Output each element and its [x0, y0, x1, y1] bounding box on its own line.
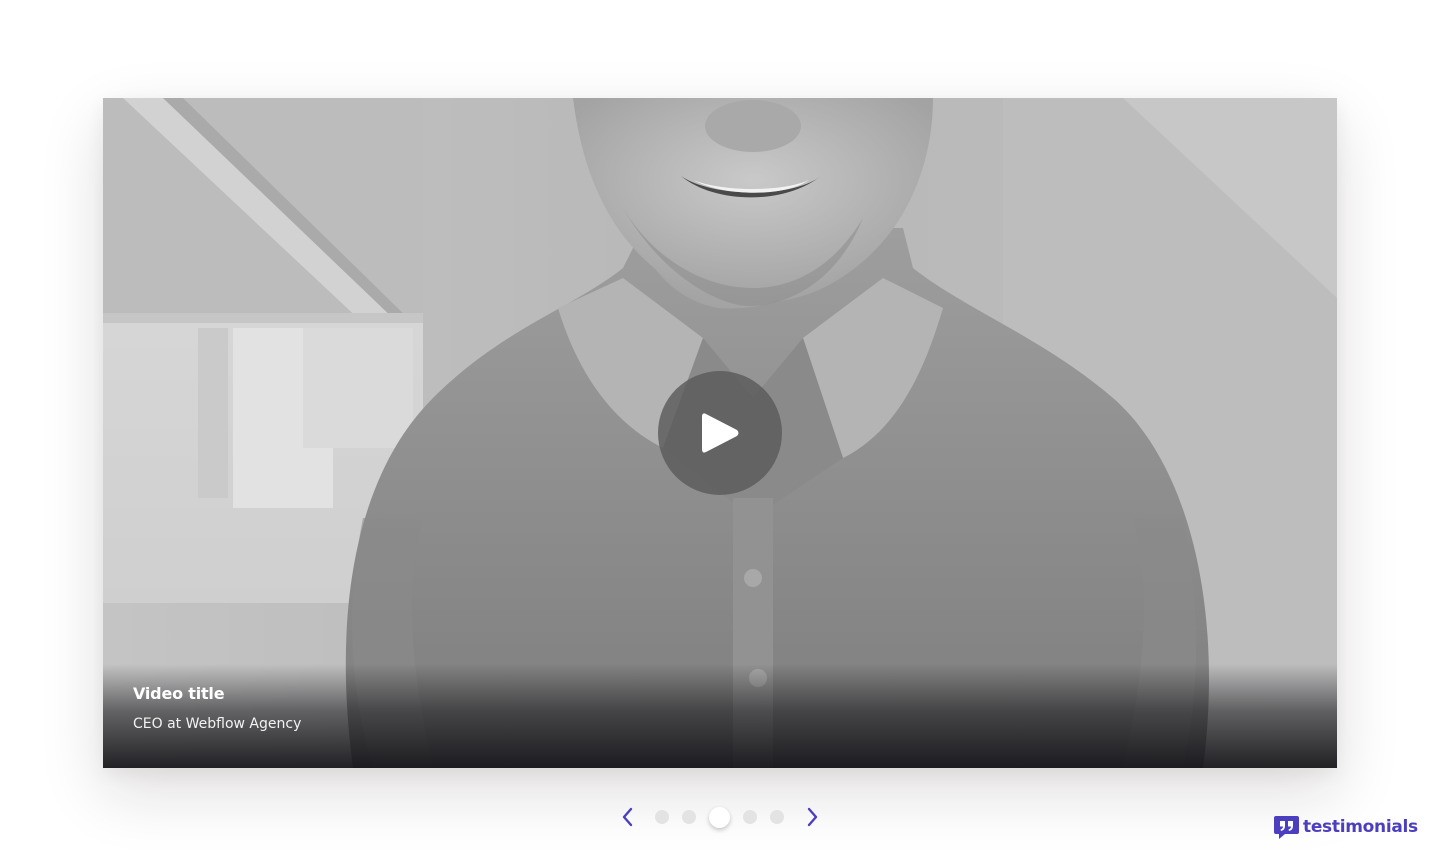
video-subtitle: CEO at Webflow Agency: [133, 716, 302, 732]
brand-logo[interactable]: testimonials: [1273, 813, 1418, 841]
play-icon: [702, 413, 739, 453]
prev-slide-button[interactable]: [617, 806, 639, 828]
chevron-left-icon: [622, 807, 633, 827]
quote-logo-icon: [1274, 816, 1299, 839]
brand-name: testimonials: [1303, 817, 1418, 837]
next-slide-button[interactable]: [801, 806, 823, 828]
video-title: Video title: [133, 684, 225, 703]
carousel-dot-active[interactable]: [709, 807, 730, 828]
carousel-dot[interactable]: [655, 810, 669, 824]
chevron-right-icon: [807, 807, 818, 827]
video-card[interactable]: Video title CEO at Webflow Agency: [103, 98, 1337, 768]
carousel-pagination: [617, 802, 823, 832]
testimonial-widget: Video title CEO at Webflow Agency testim…: [0, 0, 1440, 865]
carousel-dot[interactable]: [682, 810, 696, 824]
carousel-dot[interactable]: [770, 810, 784, 824]
play-button[interactable]: [658, 371, 782, 495]
carousel-dot[interactable]: [743, 810, 757, 824]
